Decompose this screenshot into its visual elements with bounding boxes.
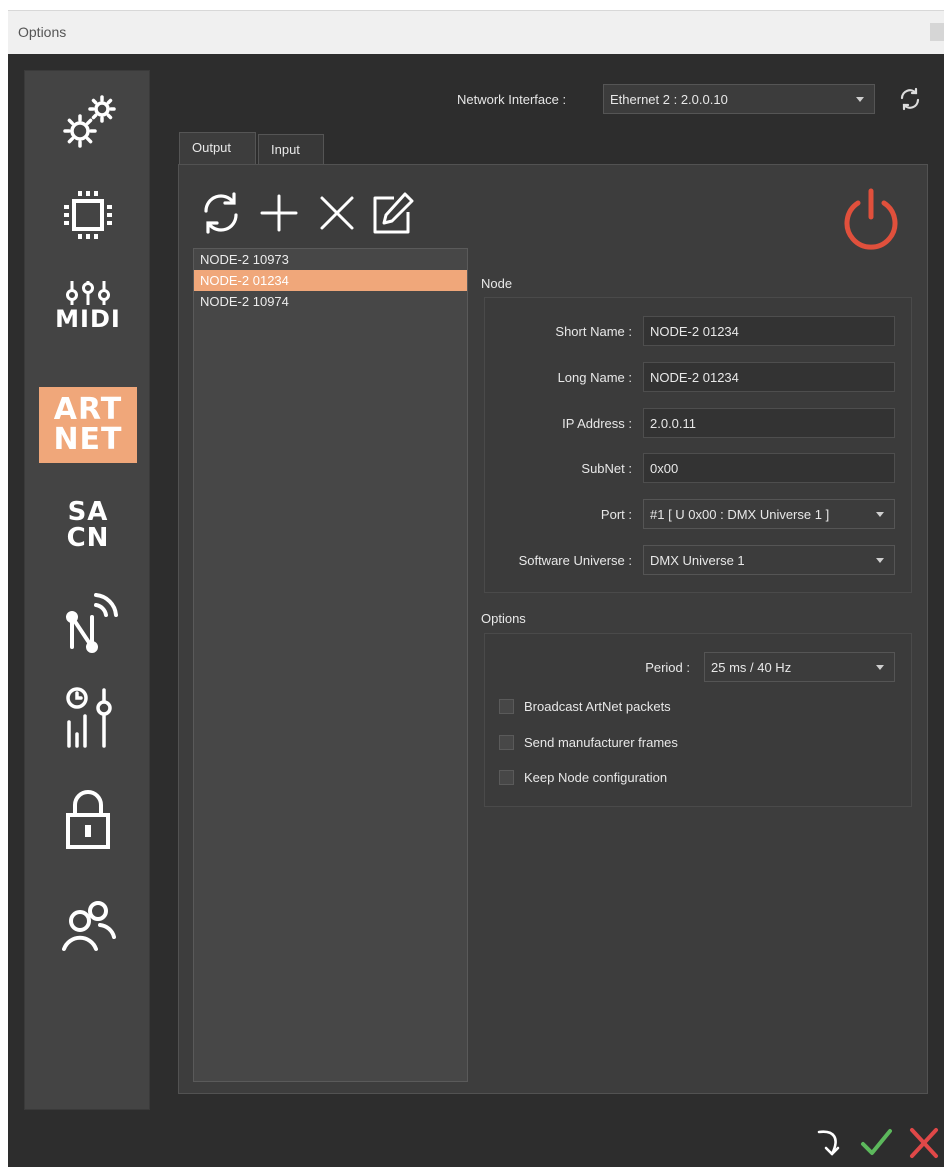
artnet-line1: ART [53,392,123,427]
long-name-field[interactable]: NODE-2 01234 [643,362,895,392]
add-node-icon[interactable] [258,190,300,236]
broadcast-checkbox[interactable] [499,698,514,714]
artnet-line2: NET [53,422,123,457]
tab-output-label: Output [192,140,232,155]
keep-config-checkbox[interactable] [499,769,514,785]
edit-node-icon[interactable] [372,190,414,236]
cancel-icon[interactable] [908,1124,940,1160]
sidebar-item-users[interactable] [39,887,137,963]
software-universe-value: DMX Universe 1 [650,552,745,568]
midi-icon: MIDI [55,279,121,331]
short-name-value: NODE-2 01234 [650,323,739,339]
sidebar-item-network[interactable] [39,583,137,659]
sacn-line1: SA [67,497,109,527]
period-label: Period : [645,660,690,675]
sacn-line2: CN [66,523,110,553]
port-label: Port : [600,507,632,522]
port-value: #1 [ U 0x00 : DMX Universe 1 ] [650,506,830,522]
manufacturer-checkbox[interactable] [499,734,514,750]
lock-icon [66,790,110,849]
title-bar: Options [8,10,944,54]
node-list[interactable]: NODE-2 10973 NODE-2 01234 NODE-2 10974 [193,248,468,1082]
period-value: 25 ms / 40 Hz [711,659,792,675]
sidebar-item-timing[interactable] [39,681,137,757]
apply-icon[interactable] [816,1124,848,1160]
subnet-field[interactable]: 0x00 [643,453,895,483]
tab-input-label: Input [271,142,300,157]
list-item[interactable]: NODE-2 10973 [194,249,467,270]
port-select[interactable]: #1 [ U 0x00 : DMX Universe 1 ] [643,499,895,529]
software-universe-select[interactable]: DMX Universe 1 [643,545,895,575]
chevron-down-icon [876,665,884,670]
subnet-value: 0x00 [650,460,679,476]
network-node-icon [66,593,118,653]
sidebar-item-sacn[interactable]: SA CN [39,487,137,563]
long-name-label: Long Name : [557,370,632,385]
chevron-down-icon [876,512,884,517]
sidebar-item-hardware[interactable] [39,177,137,253]
ip-address-value: 2.0.0.11 [650,415,697,431]
broadcast-checkbox-row[interactable]: Broadcast ArtNet packets [499,696,671,716]
short-name-label: Short Name : [555,324,632,339]
settings-icon [63,95,116,148]
list-item[interactable]: NODE-2 01234 [194,270,467,291]
timer-fader-icon [66,687,112,748]
subnet-label: SubNet : [581,461,632,476]
network-interface-value: Ethernet 2 : 2.0.0.10 [610,91,728,107]
tab-input[interactable]: Input [258,134,324,164]
manufacturer-label: Send manufacturer frames [524,734,678,750]
chevron-down-icon [876,558,884,563]
keep-config-checkbox-row[interactable]: Keep Node configuration [499,767,667,787]
ip-address-field[interactable]: 2.0.0.11 [643,408,895,438]
window-title: Options [18,24,67,40]
node-group-title: Node [481,276,513,291]
chip-icon [64,191,112,239]
refresh-nodes-icon[interactable] [200,190,242,236]
artnet-icon: ART NET [53,395,122,455]
options-group-title: Options [481,611,526,626]
tab-output[interactable]: Output [179,132,256,164]
sidebar-item-settings[interactable] [39,83,137,159]
broadcast-label: Broadcast ArtNet packets [524,698,671,714]
list-item[interactable]: NODE-2 10974 [194,291,467,312]
sacn-icon: SA CN [67,499,110,551]
users-icon [62,901,116,951]
power-icon[interactable] [838,185,904,251]
chevron-down-icon [856,97,864,102]
sidebar-item-artnet[interactable]: ART NET [39,387,137,463]
manufacturer-checkbox-row[interactable]: Send manufacturer frames [499,732,678,752]
confirm-icon[interactable] [860,1124,892,1160]
delete-node-icon[interactable] [316,190,358,236]
sidebar: MIDI ART NET SA CN [24,70,150,1110]
sidebar-item-midi[interactable]: MIDI [39,267,137,343]
ip-address-label: IP Address : [562,416,632,431]
refresh-interfaces-icon[interactable] [897,86,923,112]
network-interface-label: Network Interface : [457,92,567,107]
long-name-value: NODE-2 01234 [650,369,739,385]
software-universe-label: Software Universe : [518,553,632,568]
short-name-field[interactable]: NODE-2 01234 [643,316,895,346]
period-select[interactable]: 25 ms / 40 Hz [704,652,895,682]
network-interface-select[interactable]: Ethernet 2 : 2.0.0.10 [603,84,875,114]
keep-config-label: Keep Node configuration [524,769,668,785]
close-icon[interactable] [930,23,944,41]
sidebar-item-security[interactable] [39,781,137,857]
midi-label: MIDI [55,305,121,333]
